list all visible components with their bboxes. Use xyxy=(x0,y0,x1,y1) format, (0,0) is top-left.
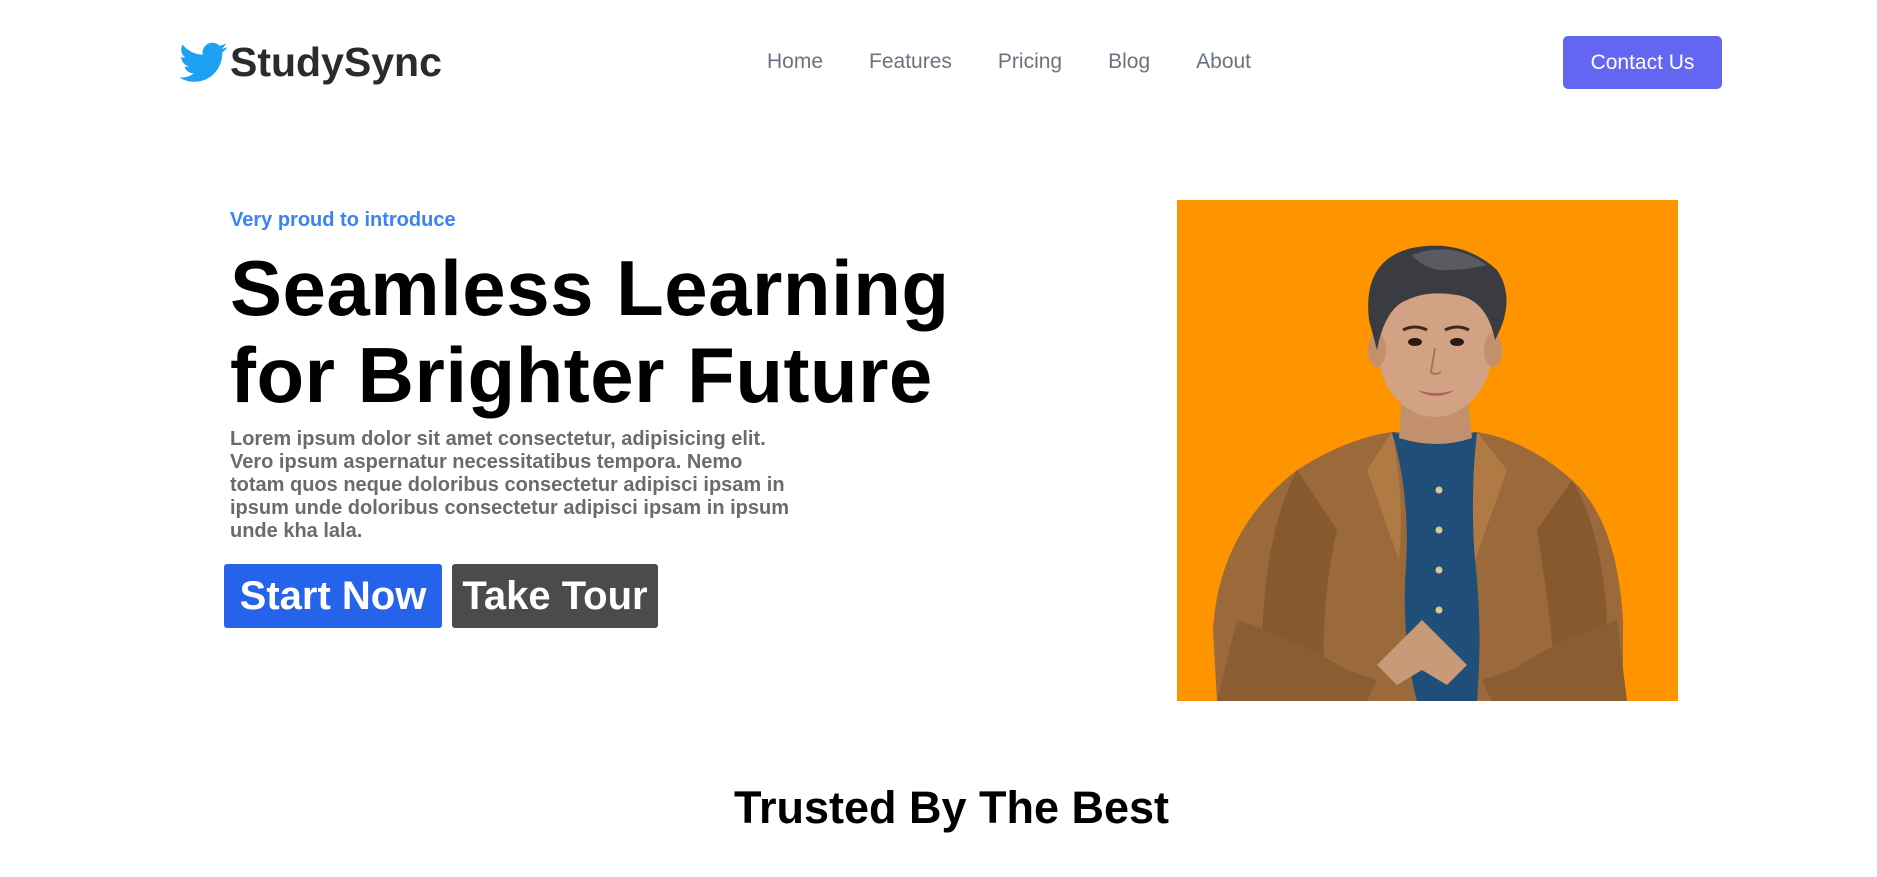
landing-page: StudySync Home Features Pricing Blog Abo… xyxy=(0,0,1877,877)
twitter-bird-icon xyxy=(180,42,228,82)
nav-pricing[interactable]: Pricing xyxy=(998,48,1062,76)
nav-home[interactable]: Home xyxy=(767,48,823,76)
hero-portrait-image xyxy=(1177,200,1678,701)
site-header: StudySync Home Features Pricing Blog Abo… xyxy=(0,0,1877,124)
nav-blog[interactable]: Blog xyxy=(1108,48,1150,76)
hero-title: Seamless Learning for Brighter Future xyxy=(230,245,990,419)
main-nav: Home Features Pricing Blog About xyxy=(767,48,1297,76)
hero-cta-group: Start Now Take Tour xyxy=(224,564,658,628)
brand-logo[interactable]: StudySync xyxy=(180,38,442,86)
nav-about[interactable]: About xyxy=(1196,48,1251,76)
trusted-heading: Trusted By The Best xyxy=(733,782,1170,833)
nav-features[interactable]: Features xyxy=(869,48,952,76)
take-tour-button[interactable]: Take Tour xyxy=(452,564,658,628)
start-now-button[interactable]: Start Now xyxy=(224,564,442,628)
hero-eyebrow: Very proud to introduce xyxy=(230,209,456,231)
brand-name: StudySync xyxy=(230,39,442,85)
hero-description: Lorem ipsum dolor sit amet consectetur, … xyxy=(230,428,789,542)
hero-title-line-1: Seamless Learning xyxy=(230,244,950,332)
hero-title-line-2: for Brighter Future xyxy=(230,331,933,419)
contact-us-button[interactable]: Contact Us xyxy=(1563,36,1722,89)
portrait-illustration xyxy=(1177,200,1678,701)
